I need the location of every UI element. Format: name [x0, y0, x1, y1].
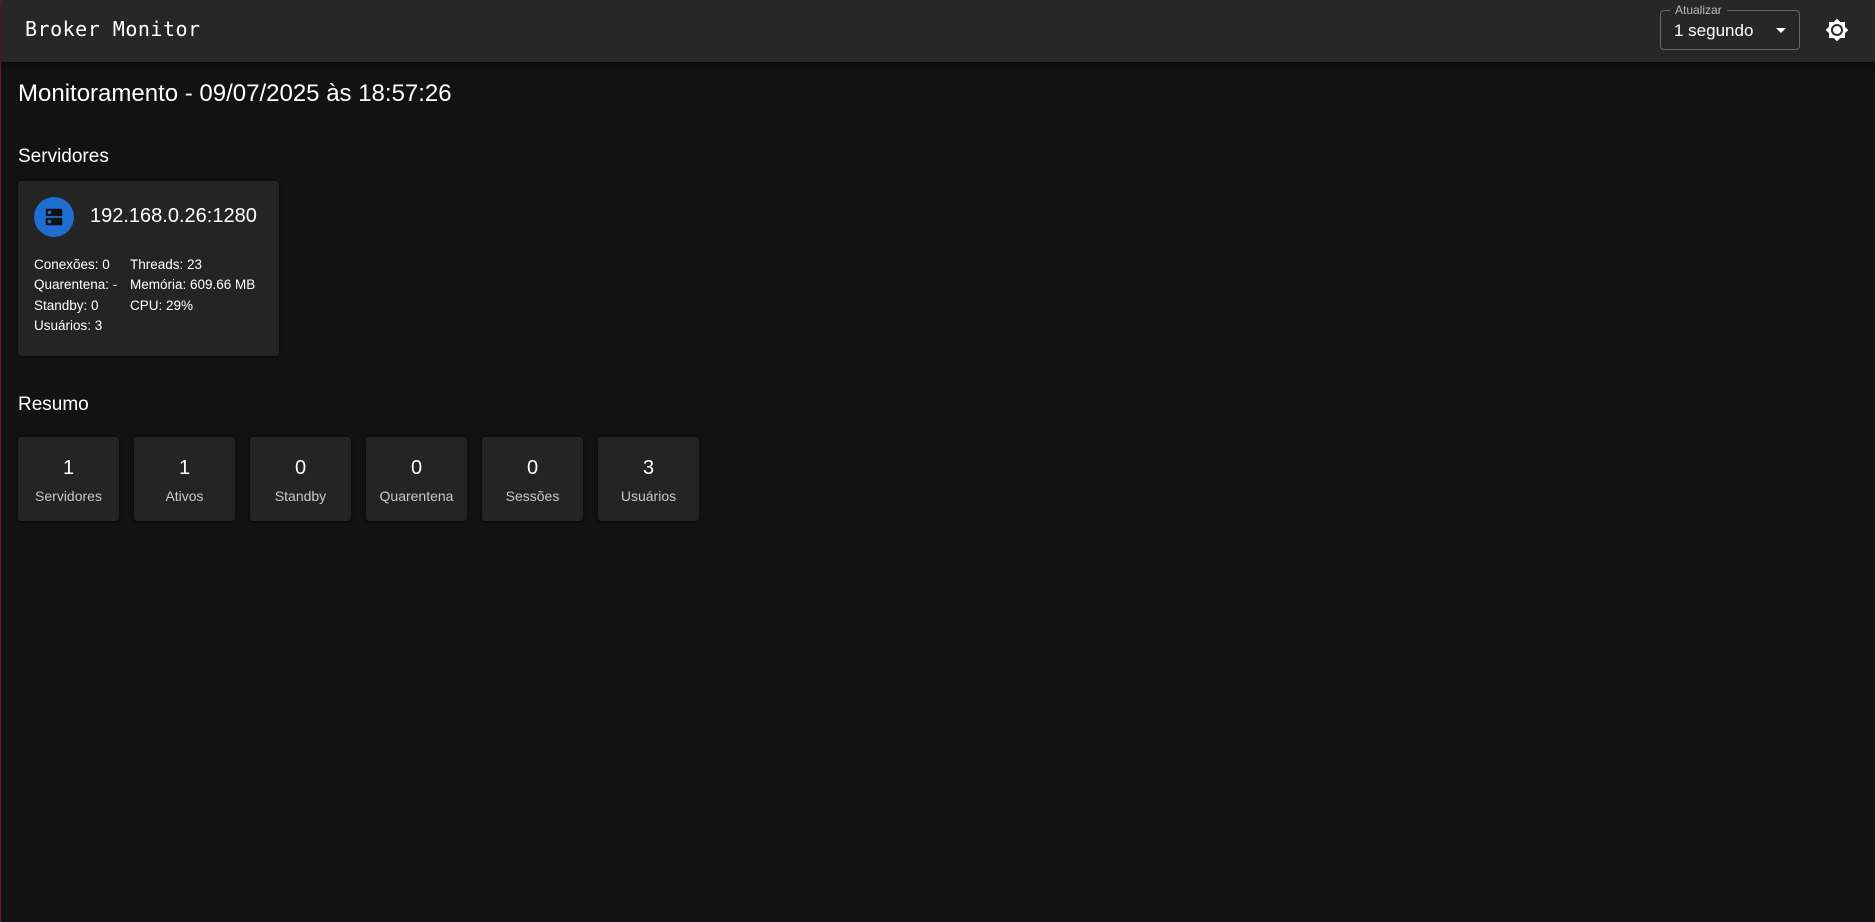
servers-section-title: Servidores — [18, 146, 109, 167]
summary-value: 0 — [294, 457, 307, 479]
summary-value: 3 — [642, 457, 655, 479]
stat-memory: Memória: 609.66 MB — [130, 277, 256, 293]
summary-card-standby: 0 Standby — [250, 437, 351, 521]
app-title: Broker Monitor — [25, 17, 201, 41]
dns-server-icon — [45, 208, 63, 226]
summary-label: Sessões — [505, 488, 560, 504]
theme-toggle-button[interactable] — [1819, 12, 1855, 48]
stat-connections: Conexões: 0 — [34, 257, 110, 272]
summary-label: Quarentena — [379, 488, 454, 504]
summary-value: 0 — [526, 457, 539, 479]
summary-card-servers: 1 Servidores — [18, 437, 119, 521]
summary-label: Standby — [274, 488, 327, 504]
stat-cpu: CPU: 29% — [130, 297, 194, 313]
server-stats-left: Conexões: 0 Quarentena: - Standby: 0 Usu… — [34, 255, 117, 336]
summary-card-users: 3 Usuários — [598, 437, 699, 521]
summary-label: Usuários — [620, 488, 677, 504]
page-title: Monitoramento - 09/07/2025 às 18:57:26 — [18, 80, 452, 107]
summary-label: Servidores — [35, 488, 102, 504]
server-address: 192.168.0.26:1280 — [90, 205, 257, 227]
refresh-interval-label: Atualizar — [1670, 3, 1727, 17]
app-bar: Broker Monitor Atualizar 1 segundo — [1, 0, 1875, 62]
summary-card-sessions: 0 Sessões — [482, 437, 583, 521]
summary-section-title: Resumo — [18, 394, 89, 415]
brightness-icon — [1825, 18, 1849, 42]
summary-card-quarantine: 0 Quarentena — [366, 437, 467, 521]
server-avatar — [34, 197, 74, 237]
summary-value: 1 — [178, 457, 191, 479]
server-card[interactable]: 192.168.0.26:1280 Conexões: 0 Quarentena… — [18, 181, 279, 356]
summary-card-active: 1 Ativos — [134, 437, 235, 521]
stat-quarantine: Quarentena: - — [34, 277, 118, 293]
summary-row: 1 Servidores 1 Ativos 0 Standby 0 Quaren… — [18, 437, 699, 521]
stat-standby: Standby: 0 — [34, 297, 99, 313]
refresh-interval-value: 1 segundo — [1674, 21, 1754, 40]
app-frame: Broker Monitor Atualizar 1 segundo Monit… — [0, 0, 1875, 922]
summary-value: 1 — [62, 457, 75, 479]
refresh-interval-select[interactable]: Atualizar 1 segundo — [1660, 3, 1800, 50]
caret-down-icon — [1776, 28, 1786, 33]
stat-users: Usuários: 3 — [34, 317, 103, 333]
stat-threads: Threads: 23 — [130, 257, 203, 272]
server-stats-right: Threads: 23 Memória: 609.66 MB CPU: 29% — [130, 255, 255, 316]
summary-value: 0 — [410, 457, 423, 479]
summary-label: Ativos — [165, 488, 204, 504]
